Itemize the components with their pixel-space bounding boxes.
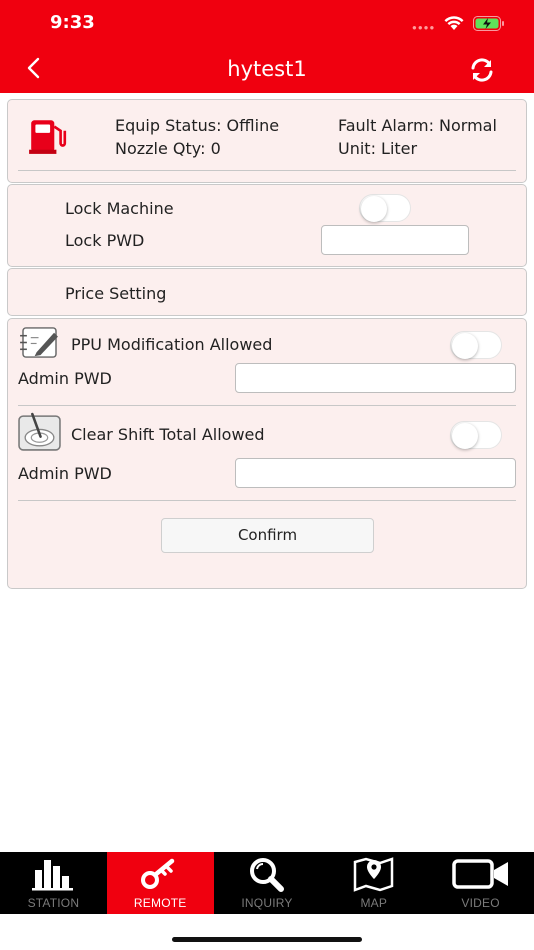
home-indicator (172, 937, 362, 942)
fuel-pump-icon (29, 120, 67, 154)
divider (18, 170, 516, 171)
equip-status: Equip Status: Offline (115, 116, 280, 135)
toggle-knob (361, 196, 387, 222)
unit: Unit: Liter (338, 139, 418, 158)
lock-machine-label: Lock Machine (65, 199, 174, 218)
tab-remote[interactable]: REMOTE (106, 852, 214, 914)
ppu-modification-toggle[interactable] (450, 331, 502, 359)
lock-pwd-input[interactable] (321, 225, 469, 255)
ppu-admin-pwd-label: Admin PWD (18, 369, 112, 388)
price-setting-label: Price Setting (65, 284, 167, 303)
tab-label: REMOTE (133, 896, 187, 910)
clear-shift-total-label: Clear Shift Total Allowed (71, 425, 265, 444)
tab-label: VIDEO (461, 896, 500, 910)
nav-bar: hytest1 (0, 46, 534, 93)
ppu-admin-pwd-input[interactable] (235, 363, 516, 393)
price-setting-panel[interactable]: Price Setting (7, 268, 527, 316)
clear-total-icon (18, 412, 61, 451)
tab-label: INQUIRY (241, 896, 293, 910)
page-title: hytest1 (227, 57, 307, 81)
lock-machine-toggle[interactable] (359, 194, 411, 222)
tab-label: MAP (360, 896, 388, 910)
refresh-icon[interactable] (468, 56, 496, 84)
edit-notebook-icon (20, 327, 58, 358)
magnifier-icon (249, 858, 284, 892)
clear-admin-pwd-label: Admin PWD (18, 464, 112, 483)
confirm-button[interactable]: Confirm (161, 518, 374, 553)
lock-pwd-label: Lock PWD (65, 231, 145, 250)
tab-label: STATION (27, 896, 80, 910)
nozzle-qty: Nozzle Qty: 0 (115, 139, 221, 158)
tab-bar: STATION REMOTE INQUIRY MAP VIDEO (0, 852, 534, 914)
video-camera-icon (451, 859, 508, 889)
clear-shift-total-toggle[interactable] (450, 421, 502, 449)
ppu-modification-label: PPU Modification Allowed (71, 335, 273, 354)
divider (18, 500, 516, 501)
key-icon (141, 858, 175, 889)
permissions-panel: PPU Modification Allowed Admin PWD Clear… (7, 318, 527, 589)
toggle-knob (452, 423, 478, 449)
tab-map[interactable]: MAP (320, 852, 427, 914)
battery-charging-icon (473, 16, 504, 31)
bar-chart-icon (32, 860, 74, 891)
divider (18, 405, 516, 406)
toggle-knob (452, 333, 478, 359)
cellular-signal-icon: ●●●● (412, 23, 436, 32)
fault-alarm: Fault Alarm: Normal (338, 116, 497, 135)
header: 9:33 ●●●● hytest1 (0, 0, 534, 93)
tab-station[interactable]: STATION (0, 852, 107, 914)
device-status-panel: Equip Status: Offline Fault Alarm: Norma… (7, 99, 527, 183)
wifi-icon (444, 16, 464, 30)
clear-admin-pwd-input[interactable] (235, 458, 516, 488)
map-pin-icon (353, 857, 394, 892)
status-time: 9:33 (50, 12, 95, 33)
tab-inquiry[interactable]: INQUIRY (214, 852, 321, 914)
status-bar: 9:33 ●●●● (0, 0, 534, 46)
tab-video[interactable]: VIDEO (427, 852, 534, 914)
lock-panel: Lock Machine Lock PWD (7, 184, 527, 267)
